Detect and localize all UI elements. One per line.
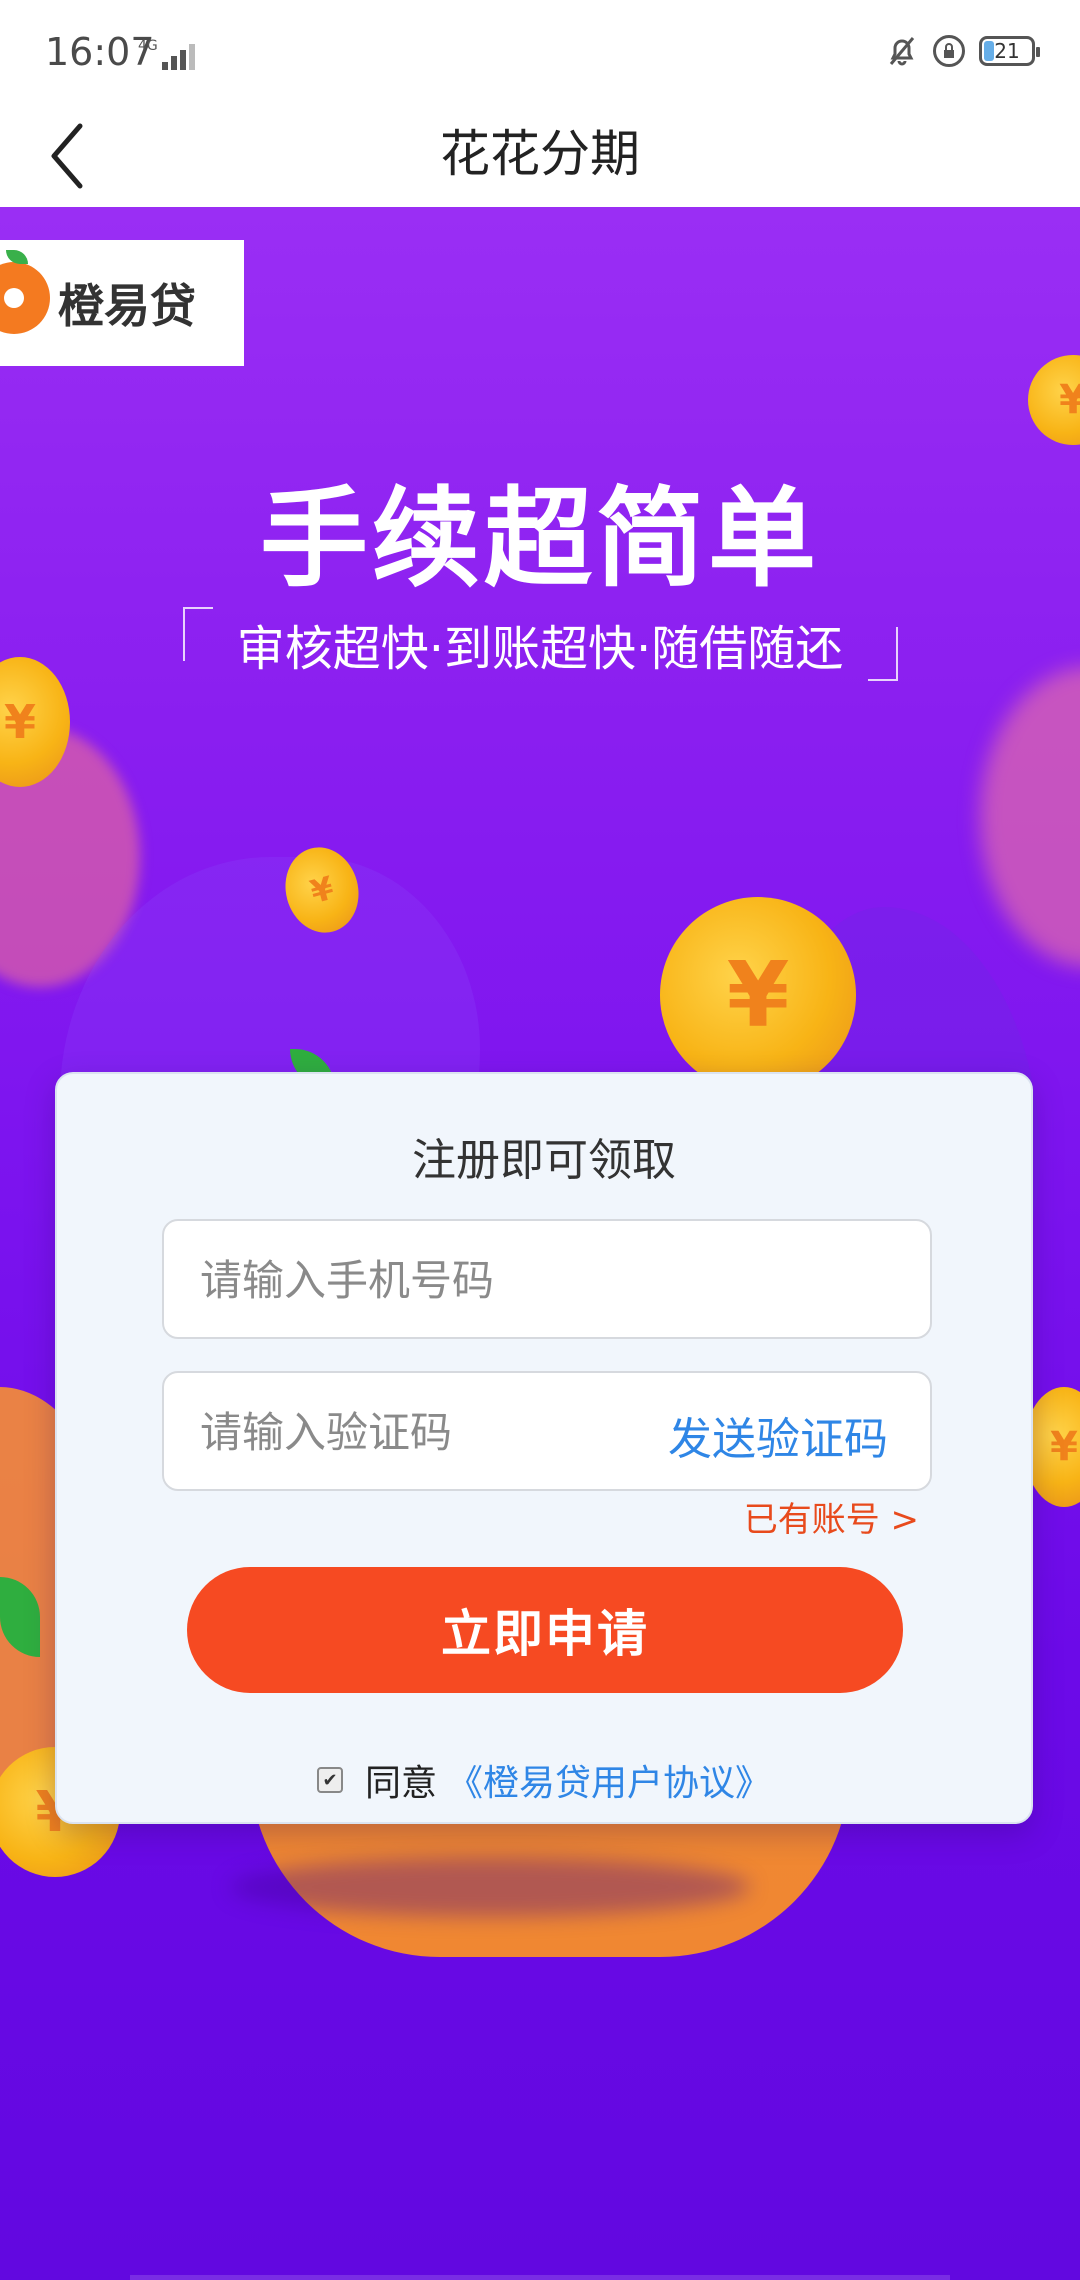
have-account-link[interactable]: 已有账号 >	[744, 1492, 919, 1541]
registration-card: 注册即可领取 发送验证码 已有账号 > 立即申请 ✔ 同意 《橙易贷用户协议》	[55, 1072, 1033, 1824]
page-title: 花花分期	[440, 125, 640, 183]
hero-title: 手续超简单	[259, 477, 820, 602]
agree-checkbox[interactable]: ✔	[316, 1767, 343, 1793]
brand-name: 橙易贷	[58, 279, 196, 333]
apply-button[interactable]: 立即申请	[187, 1567, 903, 1693]
phone-field	[162, 1219, 932, 1339]
yen-coin-icon: ¥	[660, 897, 856, 1093]
code-field: 发送验证码	[162, 1371, 932, 1491]
rotation-lock-icon	[933, 35, 965, 67]
send-code-button[interactable]: 发送验证码	[668, 1403, 888, 1467]
nav-bar: 花花分期	[0, 100, 1080, 207]
signal-icon	[162, 40, 198, 70]
orange-logo-icon	[0, 262, 50, 334]
bottom-hint-bar	[130, 2275, 950, 2280]
status-bar: 16:07 4G 21	[0, 0, 1080, 100]
agreement-row: ✔ 同意 《橙易贷用户协议》	[57, 1754, 1031, 1806]
mute-bell-icon	[889, 37, 915, 66]
hero-subtitle: 审核超快·到账超快·随借随还	[236, 621, 844, 677]
battery-icon: 21	[979, 36, 1040, 66]
phone-input[interactable]	[198, 1221, 892, 1339]
bracket-right	[868, 627, 898, 681]
yen-coin-icon: ¥	[1028, 355, 1080, 445]
card-heading: 注册即可领取	[412, 1135, 676, 1186]
agree-label: 同意	[364, 1763, 437, 1804]
brand-logo: 橙易贷	[0, 240, 244, 366]
network-type: 4G	[138, 38, 158, 54]
battery-level: 21	[994, 39, 1020, 63]
verification-code-input[interactable]	[198, 1373, 642, 1491]
agreement-link[interactable]: 《橙易贷用户协议》	[447, 1754, 771, 1806]
